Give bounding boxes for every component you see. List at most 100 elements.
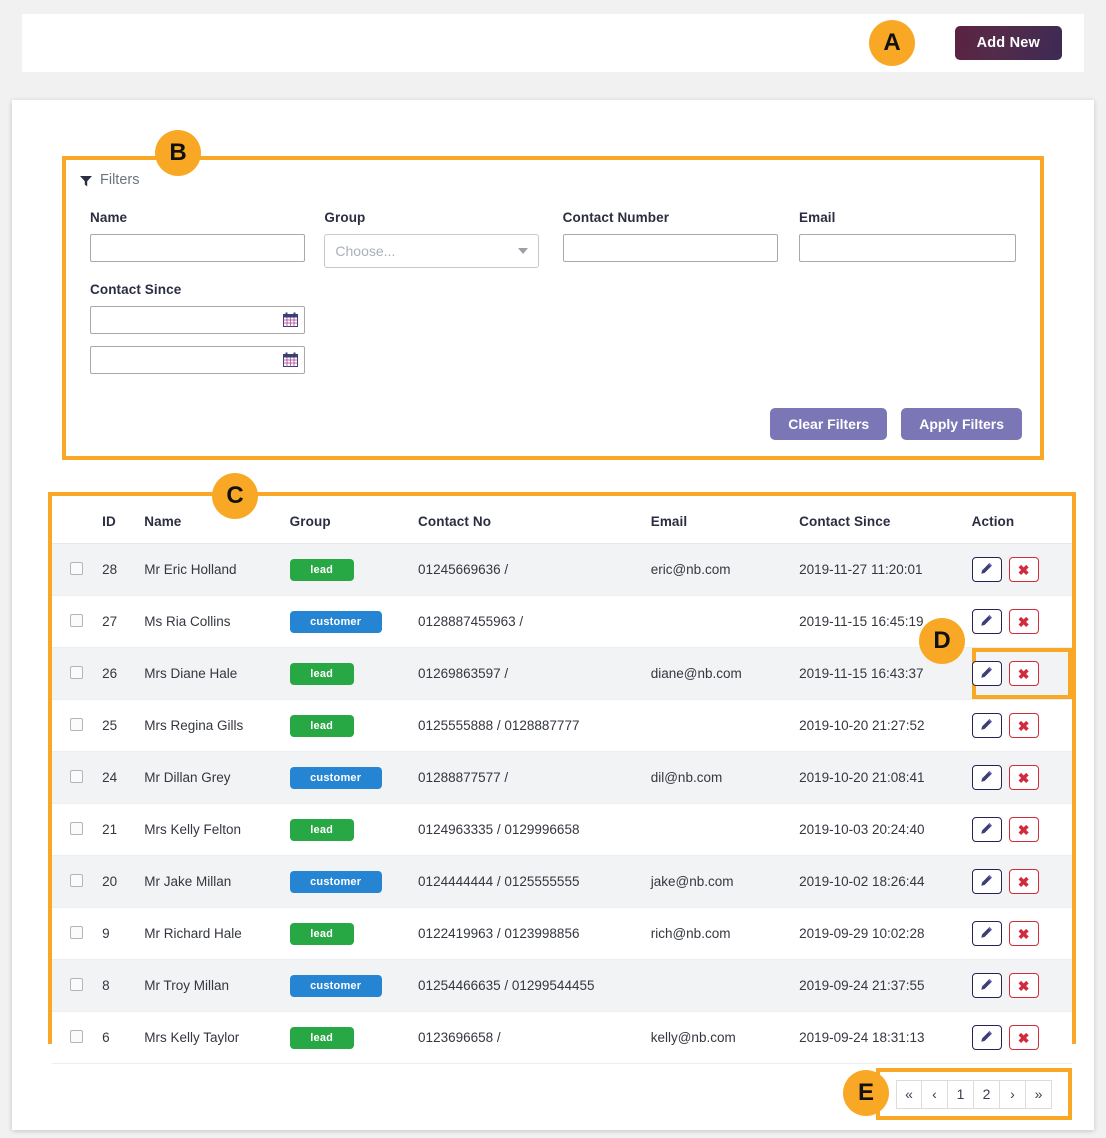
row-checkbox[interactable]	[70, 977, 83, 991]
cell-action: ✖	[971, 647, 1072, 700]
cell-action: ✖	[971, 855, 1072, 908]
edit-row-button[interactable]	[971, 661, 1002, 686]
row-checkbox[interactable]	[70, 769, 83, 783]
row-select-cell	[52, 907, 103, 960]
pencil-icon	[980, 666, 993, 682]
contact-since-to-input[interactable]	[90, 346, 305, 374]
pencil-icon	[980, 1030, 993, 1046]
cell-action: ✖	[971, 959, 1072, 1012]
cell-contact-no: 0123696658 /	[418, 1011, 651, 1064]
pagination-button[interactable]: ›	[1000, 1079, 1026, 1109]
clear-filters-button[interactable]: Clear Filters	[770, 408, 888, 440]
apply-filters-button[interactable]: Apply Filters	[901, 408, 1022, 440]
add-new-button[interactable]: Add New	[954, 26, 1062, 60]
delete-row-button[interactable]: ✖	[1008, 921, 1039, 946]
cell-email: rich@nb.com	[650, 907, 800, 960]
filters-row-2: Contact Since	[90, 282, 1016, 400]
cell-group: customer	[289, 855, 419, 908]
filter-field-name: Name	[90, 210, 324, 268]
pagination-button[interactable]: 2	[974, 1079, 1000, 1109]
pencil-icon	[980, 770, 993, 786]
edit-row-button[interactable]	[971, 817, 1002, 842]
group-badge: customer	[289, 610, 382, 633]
edit-row-button[interactable]	[971, 973, 1002, 998]
filter-actions: Clear Filters Apply Filters	[770, 408, 1022, 440]
row-checkbox[interactable]	[70, 717, 83, 731]
contacts-table-panel: ID Name Group Contact No Email Contact S…	[48, 492, 1076, 1064]
pagination-button[interactable]: «	[896, 1079, 922, 1109]
cell-action: ✖	[971, 1011, 1072, 1064]
email-input[interactable]	[798, 234, 1016, 262]
cell-action: ✖	[971, 907, 1072, 960]
delete-row-button[interactable]: ✖	[1008, 713, 1039, 738]
cell-email	[650, 959, 800, 1012]
cell-group: lead	[289, 803, 419, 856]
cell-contact-no: 01269863597 /	[418, 647, 651, 700]
cell-email	[650, 803, 800, 856]
cell-id: 24	[102, 751, 145, 804]
delete-row-button[interactable]: ✖	[1008, 817, 1039, 842]
edit-row-button[interactable]	[971, 1025, 1002, 1050]
contact-since-from-input[interactable]	[90, 306, 305, 334]
filter-field-email: Email	[798, 210, 1016, 268]
close-x-icon: ✖	[1017, 925, 1030, 942]
cell-group: customer	[289, 751, 419, 804]
edit-row-button[interactable]	[971, 869, 1002, 894]
edit-row-button[interactable]	[971, 557, 1002, 582]
funnel-icon	[80, 175, 92, 187]
edit-row-button[interactable]	[971, 765, 1002, 790]
cell-contact-no: 0124963335 / 0129996658	[418, 803, 651, 856]
pagination-button[interactable]: 1	[948, 1079, 974, 1109]
group-select[interactable]: Choose...	[324, 234, 540, 268]
row-actions: ✖	[971, 1025, 1072, 1050]
cell-contact-no: 0125555888 / 0128887777	[418, 699, 651, 752]
pagination-button[interactable]: »	[1026, 1079, 1052, 1109]
delete-row-button[interactable]: ✖	[1008, 661, 1039, 686]
delete-row-button[interactable]: ✖	[1008, 973, 1039, 998]
pencil-icon	[980, 926, 993, 942]
edit-row-button[interactable]	[971, 609, 1002, 634]
row-checkbox[interactable]	[70, 821, 83, 835]
pencil-icon	[980, 718, 993, 734]
delete-row-button[interactable]: ✖	[1008, 557, 1039, 582]
delete-row-button[interactable]: ✖	[1008, 765, 1039, 790]
pencil-icon	[980, 562, 993, 578]
cell-name: Mrs Diane Hale	[144, 647, 290, 700]
filters-row-1: Name Group Choose... Contact Number Emai…	[90, 210, 1016, 282]
table-row: 25 Mrs Regina Gills lead 0125555888 / 01288…	[52, 699, 1072, 752]
cell-contact-since: 2019-10-02 18:26:44	[799, 855, 972, 908]
row-checkbox[interactable]	[70, 873, 83, 887]
row-actions: ✖	[971, 557, 1072, 582]
row-checkbox[interactable]	[70, 1029, 83, 1043]
filters-header[interactable]: Filters	[66, 160, 1040, 188]
cell-contact-since: 2019-10-20 21:27:52	[799, 699, 972, 752]
row-checkbox[interactable]	[70, 665, 83, 679]
row-checkbox[interactable]	[70, 613, 83, 627]
group-badge: customer	[289, 870, 382, 893]
row-checkbox[interactable]	[70, 561, 83, 575]
contact-number-input[interactable]	[562, 234, 778, 262]
row-select-cell	[52, 595, 103, 648]
row-checkbox[interactable]	[70, 925, 83, 939]
pagination-panel: «‹ 1 2 ›»	[876, 1068, 1072, 1120]
group-badge: lead	[289, 714, 354, 737]
row-select-cell	[52, 1011, 103, 1064]
cell-email	[650, 699, 800, 752]
pencil-icon	[980, 614, 993, 630]
delete-row-button[interactable]: ✖	[1008, 1025, 1039, 1050]
name-input[interactable]	[90, 234, 305, 262]
row-actions: ✖	[971, 609, 1072, 634]
row-select-cell	[52, 959, 103, 1012]
pagination-button[interactable]: ‹	[922, 1079, 948, 1109]
col-contact-since: Contact Since	[799, 496, 972, 544]
edit-row-button[interactable]	[971, 921, 1002, 946]
cell-group: lead	[289, 1011, 419, 1064]
edit-row-button[interactable]	[971, 713, 1002, 738]
cell-name: Ms Ria Collins	[144, 595, 290, 648]
delete-row-button[interactable]: ✖	[1008, 869, 1039, 894]
table-header-row: ID Name Group Contact No Email Contact S…	[52, 496, 1072, 544]
table-row: 20 Mr Jake Millan customer 0124444444 / 012…	[52, 855, 1072, 908]
delete-row-button[interactable]: ✖	[1008, 609, 1039, 634]
cell-email: eric@nb.com	[650, 543, 800, 596]
cell-id: 8	[102, 959, 145, 1012]
